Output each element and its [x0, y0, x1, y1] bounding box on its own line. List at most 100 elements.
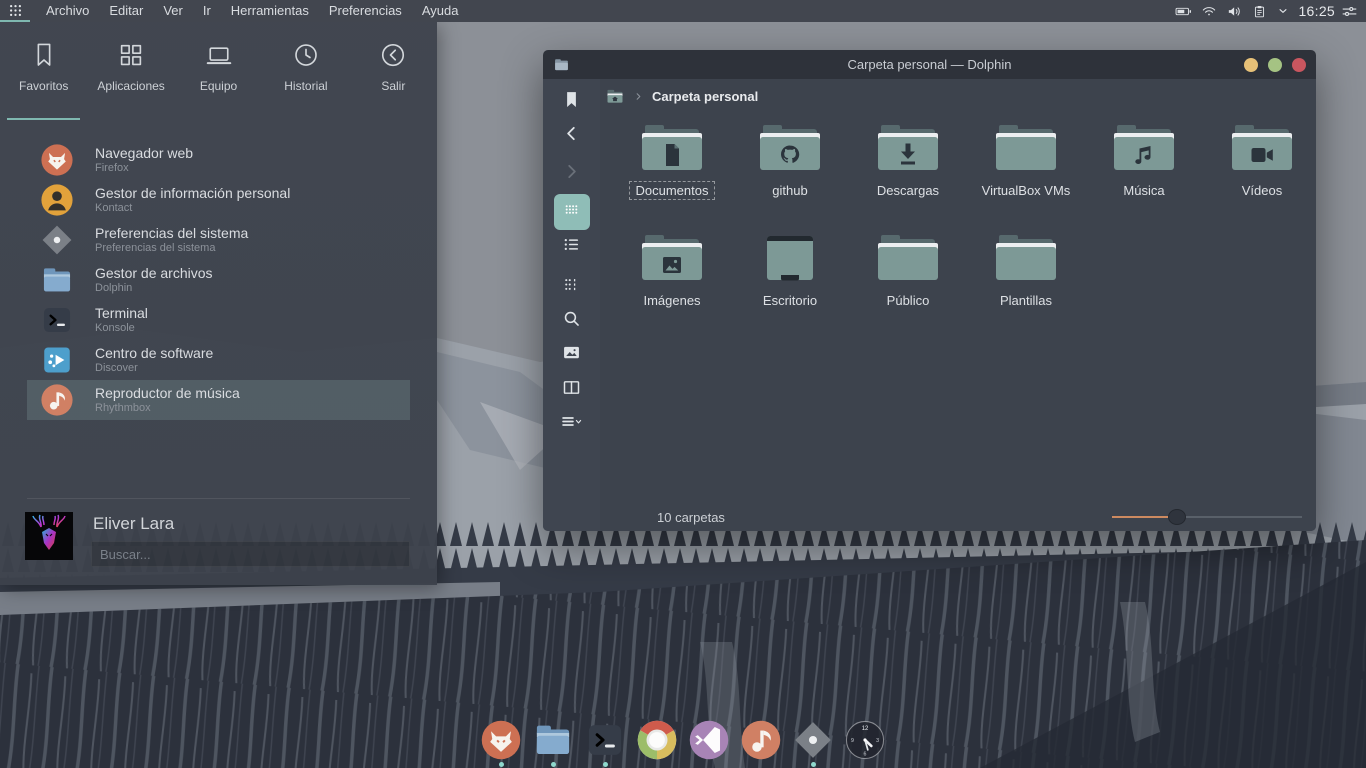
app-title: Reproductor de música: [95, 385, 240, 401]
folder-icon-video: [1230, 124, 1294, 176]
app-subtitle: Dolphin: [95, 282, 213, 295]
dock-item[interactable]: [792, 719, 834, 767]
folder-view: Documentos github Descargas VirtualBox V…: [600, 113, 1316, 503]
wifi-icon[interactable]: [1201, 3, 1217, 19]
chevron-down-icon[interactable]: [1276, 4, 1290, 18]
app-subtitle: Discover: [95, 362, 213, 375]
dock-item[interactable]: [688, 719, 730, 767]
dock-item[interactable]: [636, 719, 678, 767]
files-icon: [532, 719, 574, 761]
launcher-tab[interactable]: Favoritos: [0, 34, 87, 118]
launcher-tab[interactable]: Equipo: [175, 34, 262, 118]
discover-icon: [40, 343, 74, 377]
dock-item[interactable]: [480, 719, 522, 767]
volume-icon[interactable]: [1226, 3, 1243, 20]
svg-text:3: 3: [876, 738, 879, 744]
app-title: Preferencias del sistema: [95, 225, 248, 241]
search-input[interactable]: [91, 541, 410, 567]
favorite-app-row[interactable]: Centro de software Discover: [27, 340, 410, 380]
favorite-app-row[interactable]: Preferencias del sistema Preferencias de…: [27, 220, 410, 260]
toolbar-button[interactable]: [554, 85, 590, 119]
breadcrumb-path[interactable]: Carpeta personal: [652, 89, 758, 104]
folder-item[interactable]: Público: [849, 227, 967, 337]
menubar-menu-item[interactable]: Ayuda: [412, 0, 469, 22]
maximize-button[interactable]: [1268, 58, 1282, 72]
toolbar-button[interactable]: [554, 373, 590, 407]
app-subtitle: Preferencias del sistema: [95, 242, 248, 255]
menubar-menu-item[interactable]: Herramientas: [221, 0, 319, 22]
favorite-app-row[interactable]: Gestor de archivos Dolphin: [27, 260, 410, 300]
toolbar-button[interactable]: [554, 270, 590, 304]
minimize-button[interactable]: [1244, 58, 1258, 72]
favorite-app-row[interactable]: Navegador web Firefox: [27, 140, 410, 180]
history-icon: [291, 40, 321, 70]
app-subtitle: Firefox: [95, 162, 193, 175]
toolbar-button[interactable]: [554, 194, 590, 230]
clock[interactable]: 16:25: [1298, 3, 1335, 19]
dock-item[interactable]: [740, 719, 782, 767]
rhythmbox-icon: [740, 719, 782, 761]
toolbar-button[interactable]: [554, 338, 590, 372]
launcher-tab[interactable]: Salir: [350, 34, 437, 118]
folder-item[interactable]: github: [731, 117, 849, 227]
app-title: Centro de software: [95, 345, 213, 361]
folder-item[interactable]: Descargas: [849, 117, 967, 227]
slider-handle[interactable]: [1168, 509, 1186, 525]
folder-item[interactable]: Vídeos: [1203, 117, 1316, 227]
folder-label: Público: [880, 291, 937, 310]
dock-item[interactable]: [584, 719, 626, 767]
menubar-menu-item[interactable]: Ver: [153, 0, 193, 22]
split-icon: [561, 377, 582, 403]
favorite-app-row[interactable]: Gestor de información personal Kontact: [27, 180, 410, 220]
running-indicator: [811, 762, 816, 767]
firefox-icon: [40, 143, 74, 177]
folder-icon-plain: [994, 234, 1058, 286]
menubar-menu-item[interactable]: Preferencias: [319, 0, 412, 22]
folder-item[interactable]: Música: [1085, 117, 1203, 227]
toolbar-button[interactable]: [554, 157, 590, 191]
launcher-tabs: Favoritos Aplicaciones Equipo Historial …: [0, 22, 437, 118]
folder-label: Plantillas: [993, 291, 1059, 310]
menubar-menu-item[interactable]: Ir: [193, 0, 221, 22]
titlebar[interactable]: Carpeta personal — Dolphin: [543, 50, 1316, 79]
chevron-right-icon: [632, 90, 645, 103]
folder-label: Vídeos: [1235, 181, 1289, 200]
folder-item[interactable]: Plantillas: [967, 227, 1085, 337]
folder-icon-plain: [876, 234, 940, 286]
toolbar-button[interactable]: [554, 407, 590, 441]
clipboard-icon[interactable]: [1252, 4, 1267, 19]
sliders-icon[interactable]: [1341, 3, 1358, 20]
app-launcher-button[interactable]: [0, 0, 30, 22]
folder-label: Documentos: [629, 181, 716, 200]
toolbar-button[interactable]: [554, 304, 590, 338]
menubar-menu-item[interactable]: Archivo: [36, 0, 99, 22]
dolphin-icon: [40, 263, 74, 297]
folder-icon-desktop: [758, 234, 822, 286]
favorite-app-row[interactable]: Reproductor de música Rhythmbox: [27, 380, 410, 420]
launcher-tab[interactable]: Historial: [262, 34, 349, 118]
window-title: Carpeta personal — Dolphin: [543, 57, 1316, 72]
folder-item[interactable]: Documentos: [613, 117, 731, 227]
folder-item[interactable]: Escritorio: [731, 227, 849, 337]
folder-label: Escritorio: [756, 291, 824, 310]
breadcrumb: Carpeta personal: [600, 79, 1316, 113]
folder-item[interactable]: Imágenes: [613, 227, 731, 337]
user-area: Eliver Lara: [0, 499, 437, 585]
avatar[interactable]: [25, 512, 73, 560]
preview-icon: [561, 342, 582, 368]
folder-home-icon[interactable]: [605, 86, 625, 106]
toolbar-button[interactable]: [554, 230, 590, 264]
menubar-menu-item[interactable]: Editar: [99, 0, 153, 22]
zoom-slider[interactable]: [1112, 508, 1302, 526]
dock-item[interactable]: 12369: [844, 719, 886, 767]
folder-item[interactable]: VirtualBox VMs: [967, 117, 1085, 227]
konsole-icon: [584, 719, 626, 761]
dock-item[interactable]: [532, 719, 574, 767]
favorite-app-row[interactable]: Terminal Konsole: [27, 300, 410, 340]
battery-icon[interactable]: [1175, 3, 1192, 20]
close-button[interactable]: [1292, 58, 1306, 72]
running-indicator: [603, 762, 608, 767]
toolbar-button[interactable]: [554, 119, 590, 153]
app-title: Navegador web: [95, 145, 193, 161]
launcher-tab[interactable]: Aplicaciones: [87, 34, 174, 118]
